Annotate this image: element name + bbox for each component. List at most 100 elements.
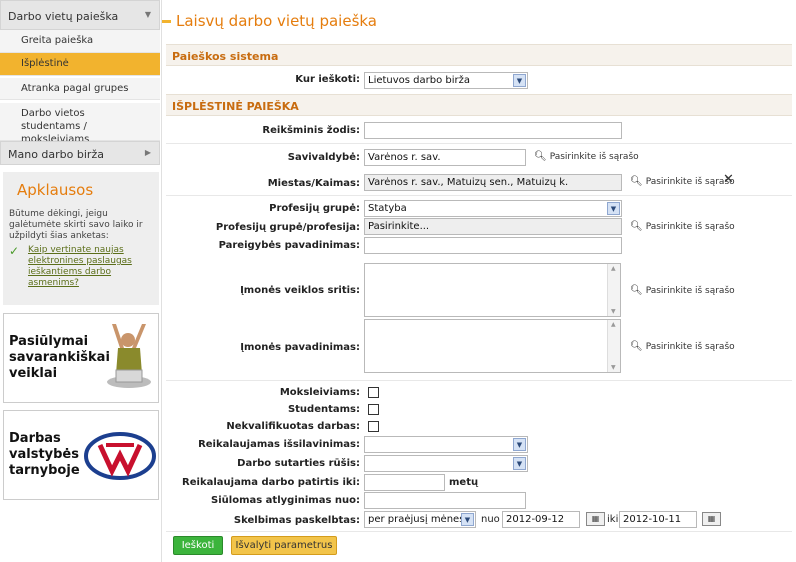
sidebar-section-my-exchange[interactable]: Mano darbo birža ▶ [0,141,160,165]
divider [166,531,792,532]
to-date-input[interactable]: 2012-10-11 [619,511,697,528]
company-label: Įmonės pavadinimas: [240,342,360,353]
activity-pick-link[interactable]: 🔍︎ Pasirinkite iš sąrašo [630,285,735,296]
to-label: iki [607,514,619,525]
city-label: Miestas/Kaimas: [267,178,360,189]
search-icon: 🔍︎ [534,151,547,162]
poll-box: Apklausos Būtume dėkingi, jeigu galėtumė… [3,172,159,305]
sidebar-item-groups[interactable]: Atranka pagal grupes [0,78,160,100]
chevron-down-icon: ▼ [513,438,526,451]
sidebar-item-label: Išplėstinė [21,58,69,69]
prof-group-label: Profesijų grupė: [269,203,360,214]
sidebar-item-label: Greita paieška [21,35,94,46]
position-input[interactable] [364,237,622,254]
pupils-checkbox[interactable] [368,387,379,398]
sidebar-item-label: Darbo vietos studentams / moksleiviams [21,108,90,145]
activity-textarea[interactable] [364,263,621,317]
sidebar-section-job-search[interactable]: Darbo vietų paieška ▼ [0,0,160,30]
keyword-input[interactable] [364,122,622,139]
chevron-down-icon: ▼ [513,457,526,470]
city-input[interactable]: Varėnos r. sav., Matuizų sen., Matuizų k… [364,174,622,191]
poll-title: Apklausos [17,181,94,199]
contract-label: Darbo sutarties rūšis: [237,458,360,469]
position-label: Pareigybės pavadinimas: [218,240,360,251]
banner-self-employment[interactable]: Pasiūlymai savarankiškai veiklai [3,313,159,403]
education-select[interactable]: ▼ [364,436,528,453]
poll-link[interactable]: Kaip vertinate naujas elektronines pasla… [28,245,154,289]
students-checkbox[interactable] [368,404,379,415]
search-icon: 🔍︎ [630,176,643,187]
published-select[interactable]: per praėjusį mėnesį ▼ [364,511,476,528]
where-select-value: Lietuvos darbo birža [368,75,471,86]
students-label: Studentams: [287,404,360,415]
calendar-icon[interactable]: ▦ [702,512,721,526]
banner-text: Pasiūlymai savarankiškai veiklai [9,334,110,381]
scrollbar[interactable] [607,320,620,372]
profession-input[interactable]: Pasirinkite... [364,218,622,235]
experience-label: Reikalaujama darbo patirtis iki: [182,477,360,488]
sidebar-item-advanced[interactable]: Išplėstinė [0,53,160,76]
profession-pick-link[interactable]: 🔍︎ Pasirinkite iš sąrašo [630,221,735,232]
search-icon: 🔍︎ [630,285,643,296]
pupils-label: Moksleiviams: [279,387,360,398]
where-label: Kur ieškoti: [295,74,360,85]
vtd-logo-icon [84,432,156,480]
chevron-down-icon: ▼ [607,202,620,215]
search-icon: 🔍︎ [630,221,643,232]
chevron-right-icon: ▶ [144,148,151,157]
sidebar: Darbo vietų paieška ▼ Greita paieška Išp… [0,0,160,562]
salary-input[interactable] [364,492,526,509]
municipality-input[interactable]: Varėnos r. sav. [364,149,526,166]
search-icon: 🔍︎ [630,341,643,352]
banner-text: Darbas valstybės tarnyboje [9,431,80,478]
person-laptop-icon [107,324,151,388]
checkmark-icon: ✓ [9,244,20,258]
from-date-input[interactable]: 2012-09-12 [502,511,580,528]
sidebar-item-students[interactable]: Darbo vietos studentams / moksleiviams [0,103,160,145]
municipality-pick-link[interactable]: 🔍︎ Pasirinkite iš sąrašo [534,151,639,162]
prof-group-select-value: Statyba [368,203,407,214]
salary-label: Siūlomas atlyginimas nuo: [211,495,360,506]
sidebar-section-label: Mano darbo birža [8,148,104,161]
banner-civil-service[interactable]: Darbas valstybės tarnyboje [3,410,159,500]
prof-group-select[interactable]: Statyba ▼ [364,200,622,217]
education-label: Reikalaujamas išsilavinimas: [198,439,360,450]
column-divider [161,0,162,562]
chevron-down-icon: ▼ [461,513,474,526]
chevron-down-icon: ▼ [513,74,526,87]
divider [166,143,792,144]
pick-label: Pasirinkite iš sąrašo [645,342,735,352]
calendar-icon[interactable]: ▦ [586,512,605,526]
clear-parameters-button[interactable]: Išvalyti parametrus [231,536,337,555]
pick-label: Pasirinkite iš sąrašo [645,177,735,187]
divider [166,380,792,381]
company-textarea[interactable] [364,319,621,373]
city-pick-link[interactable]: 🔍︎ Pasirinkite iš sąrašo [630,176,735,187]
published-select-value: per praėjusį mėnesį [368,514,468,525]
sidebar-item-quick-search[interactable]: Greita paieška [0,30,160,53]
experience-input[interactable] [364,474,445,491]
sidebar-item-label: Atranka pagal grupes [21,83,129,94]
profession-label: Profesijų grupė/profesija: [215,222,360,233]
experience-unit: metų [449,477,479,488]
chevron-down-icon: ▼ [144,10,151,19]
pick-label: Pasirinkite iš sąrašo [645,286,735,296]
keyword-label: Reikšminis žodis: [262,125,360,136]
section-advanced-search: IŠPLĖSTINĖ PAIEŠKA [166,94,792,116]
contract-select[interactable]: ▼ [364,455,528,472]
pick-label: Pasirinkite iš sąrašo [549,152,639,162]
activity-label: Įmonės veiklos sritis: [240,285,360,296]
page-title: Laisvų darbo vietų paieška [176,12,377,30]
search-button[interactable]: Ieškoti [173,536,223,555]
where-select[interactable]: Lietuvos darbo birža ▼ [364,72,528,89]
from-label: nuo [481,514,500,525]
title-accent [162,20,171,23]
close-icon[interactable]: ✕ [723,172,734,187]
scrollbar[interactable] [607,264,620,316]
municipality-label: Savivaldybė: [287,152,360,163]
unqualified-checkbox[interactable] [368,421,379,432]
sidebar-section-label: Darbo vietų paieška [8,10,119,23]
company-pick-link[interactable]: 🔍︎ Pasirinkite iš sąrašo [630,341,735,352]
unqualified-label: Nekvalifikuotas darbas: [226,421,360,432]
pick-label: Pasirinkite iš sąrašo [645,222,735,232]
